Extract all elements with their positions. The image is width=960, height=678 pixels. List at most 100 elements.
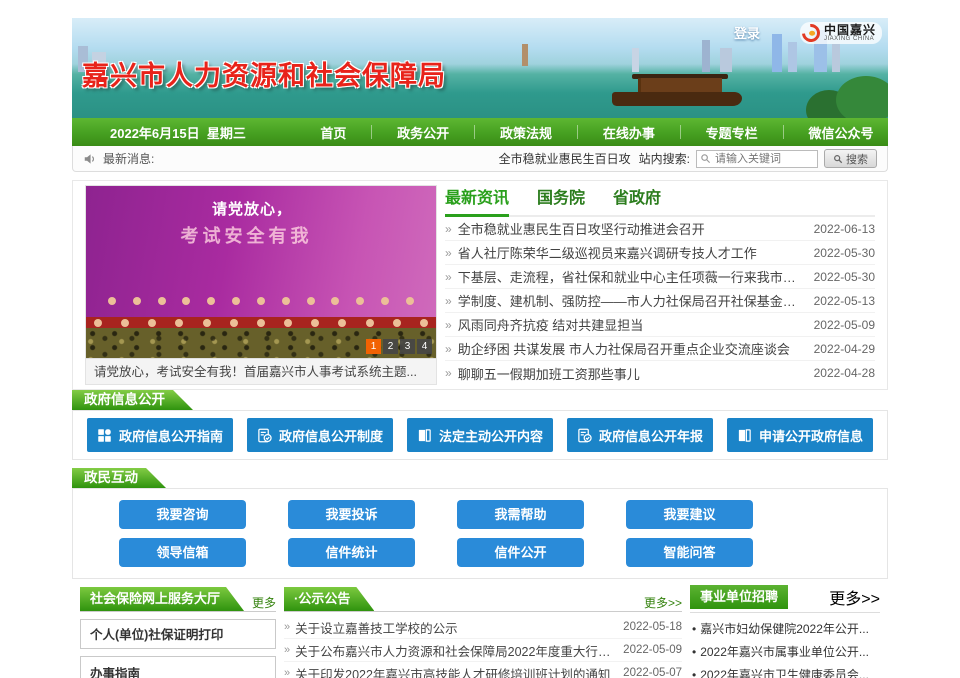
nav-separator [680,125,681,139]
search-icon [833,154,843,164]
button-label: 政府信息公开制度 [279,426,383,445]
request-disclosure-button[interactable]: 申请公开政府信息 [727,418,873,452]
tab-state-council[interactable]: 国务院 [537,185,585,215]
letter-disclosure-button[interactable]: 信件公开 [457,538,584,567]
pager-page-3[interactable]: 3 [400,339,415,354]
recruitment-item[interactable]: • 嘉兴市妇幼保健院2022年公开... [690,617,880,640]
ticker-label: 最新消息: [103,150,154,167]
nav-item-special[interactable]: 专题专栏 [702,123,762,142]
news-item-title[interactable]: 学制度、建机制、强防控——市人力社保局召开社保基金要情专题学习会 [458,291,804,310]
nav-item-wechat[interactable]: 微信公众号 [804,123,877,142]
social-insurance-more-link[interactable]: 更多 [252,594,276,611]
news-item[interactable]: » 助企纾困 共谋发展 市人力社保局召开重点企业交流座谈会 2022-04-29 [445,337,875,361]
news-item-title[interactable]: 聊聊五一假期加班工资那些事儿 [458,364,640,383]
tab-provincial-gov[interactable]: 省政府 [613,185,661,215]
double-arrow-icon: » [445,318,452,332]
skyline-building [772,34,782,72]
recruitment-item[interactable]: • 2022年嘉兴市属事业单位公开... [690,640,880,663]
notice-item-title[interactable]: 关于印发2022年嘉兴市高技能人才研修培训班计划的通知 [295,664,610,678]
gov-info-section-title: 政府信息公开 [72,390,193,410]
news-item[interactable]: » 全市稳就业惠民生百日攻坚行动推进会召开 2022-06-13 [445,217,875,241]
bottom-panels-row: 社会保险网上服务大厅 更多 个人(单位)社保证明打印 办事指南 ·公示公告 更多… [72,585,888,678]
complaint-button[interactable]: 我要投诉 [288,500,415,529]
double-arrow-icon: » [445,366,452,380]
notice-item[interactable]: » 关于公布嘉兴市人力资源和社会保障局2022年度重大行政决策事... 2022… [284,639,682,662]
carousel-photo[interactable]: 请党放心， 考试安全有我 [86,186,436,358]
social-insurance-item-guide[interactable]: 办事指南 [80,656,276,678]
news-item-title[interactable]: 风雨同舟齐抗疫 结对共建显担当 [458,315,644,334]
speaker-icon [83,152,97,166]
bullet-icon: • [692,668,696,678]
news-item-title[interactable]: 助企纾困 共谋发展 市人力社保局召开重点企业交流座谈会 [458,339,790,358]
public-notice-more-link[interactable]: 更多>> [644,594,682,611]
gov-info-system-button[interactable]: 政府信息公开制度 [247,418,393,452]
nav-item-policy[interactable]: 政策法规 [496,123,556,142]
search-button[interactable]: 搜索 [824,149,877,168]
news-item[interactable]: » 风雨同舟齐抗疫 结对共建显担当 2022-05-09 [445,313,875,337]
main-content-row: 请党放心， 考试安全有我 [72,180,888,390]
doc-check-icon [257,428,272,443]
news-item-date: 2022-05-13 [804,294,875,308]
photo-carousel[interactable]: 请党放心， 考试安全有我 [85,185,437,385]
pager-page-4[interactable]: 4 [417,339,432,354]
nav-item-gov-info[interactable]: 政务公开 [393,123,453,142]
social-insurance-item-print[interactable]: 个人(单位)社保证明打印 [80,619,276,649]
suggestion-button[interactable]: 我要建议 [626,500,753,529]
recruitment-item-title[interactable]: 2022年嘉兴市属事业单位公开... [700,643,869,660]
grid-icon [97,428,112,443]
ticker-message[interactable]: 全市稳就业惠民生百日攻 [499,150,631,167]
news-item-date: 2022-05-09 [804,318,875,332]
skyline-building [522,44,528,66]
pager-page-1[interactable]: 1 [366,339,381,354]
notice-item[interactable]: » 关于设立嘉善技工学校的公示 2022-05-18 [284,616,682,639]
navbar-date: 2022年6月15日 星期三 [110,123,246,142]
news-list: » 全市稳就业惠民生百日攻坚行动推进会召开 2022-06-13 » 省人社厅陈… [445,217,875,385]
gov-info-guide-button[interactable]: 政府信息公开指南 [87,418,233,452]
smart-qa-button[interactable]: 智能问答 [626,538,753,567]
annual-report-button[interactable]: 政府信息公开年报 [567,418,713,452]
tab-latest-news[interactable]: 最新资讯 [445,185,509,217]
photo-people-back-row [108,297,414,306]
notice-item-title[interactable]: 关于设立嘉善技工学校的公示 [295,618,458,637]
news-item-title[interactable]: 省人社厅陈荣华二级巡视员来嘉兴调研专技人才工作 [458,243,757,262]
nav-item-online[interactable]: 在线办事 [599,123,659,142]
notice-item-title[interactable]: 关于公布嘉兴市人力资源和社会保障局2022年度重大行政决策事... [295,641,615,660]
news-item[interactable]: » 下基层、走流程，省社保和就业中心主任项薇一行来我市调研“国统”上线情况 20… [445,265,875,289]
letter-stats-button[interactable]: 信件统计 [288,538,415,567]
book-icon [417,428,432,443]
consult-button[interactable]: 我要咨询 [119,500,246,529]
header-banner: 嘉兴市人力资源和社会保障局 登录 中国嘉兴 JIAXING CHINA [72,18,888,118]
button-label: 法定主动公开内容 [439,426,543,445]
skyline-building [832,44,840,72]
recruitment-item-title[interactable]: 嘉兴市妇幼保健院2022年公开... [700,620,869,637]
news-item-title[interactable]: 全市稳就业惠民生百日攻坚行动推进会召开 [458,219,705,238]
search-box [696,150,818,168]
news-item-date: 2022-04-29 [804,342,875,356]
recruitment-item[interactable]: • 2022年嘉兴市卫生健康委员会... [690,663,880,678]
legal-disclosure-button[interactable]: 法定主动公开内容 [407,418,553,452]
double-arrow-icon: » [445,246,452,260]
pager-page-2[interactable]: 2 [383,339,398,354]
news-item[interactable]: » 学制度、建机制、强防控——市人力社保局召开社保基金要情专题学习会 2022-… [445,289,875,313]
leader-mailbox-button[interactable]: 领导信箱 [119,538,246,567]
recruitment-item-title[interactable]: 2022年嘉兴市卫生健康委员会... [700,666,869,678]
nav-item-home[interactable]: 首页 [316,123,350,142]
news-item[interactable]: » 聊聊五一假期加班工资那些事儿 2022-04-28 [445,361,875,385]
carousel-caption[interactable]: 请党放心，考试安全有我！首届嘉兴市人事考试系统主题... [86,358,436,384]
news-item-date: 2022-05-30 [804,270,875,284]
need-help-button[interactable]: 我需帮助 [457,500,584,529]
logo-subtitle: JIAXING CHINA [824,36,876,42]
double-arrow-icon: » [445,342,452,356]
public-notice-panel: ·公示公告 更多>> » 关于设立嘉善技工学校的公示 2022-05-18 » … [284,585,682,678]
news-panel: 最新资讯 国务院 省政府 » 全市稳就业惠民生百日攻坚行动推进会召开 2022-… [445,185,875,385]
page-container: 嘉兴市人力资源和社会保障局 登录 中国嘉兴 JIAXING CHINA 2022… [72,0,888,678]
recruitment-more-link[interactable]: 更多>> [829,585,880,609]
recruitment-panel-title: 事业单位招聘 [690,585,788,609]
skyline-building [632,48,639,72]
news-item-title[interactable]: 下基层、走流程，省社保和就业中心主任项薇一行来我市调研“国统”上线情况 [458,267,804,286]
search-input[interactable] [696,150,818,168]
skyline-building [720,48,732,72]
news-item[interactable]: » 省人社厅陈荣华二级巡视员来嘉兴调研专技人才工作 2022-05-30 [445,241,875,265]
login-link[interactable]: 登录 [734,23,760,42]
notice-item[interactable]: » 关于印发2022年嘉兴市高技能人才研修培训班计划的通知 2022-05-07 [284,662,682,678]
